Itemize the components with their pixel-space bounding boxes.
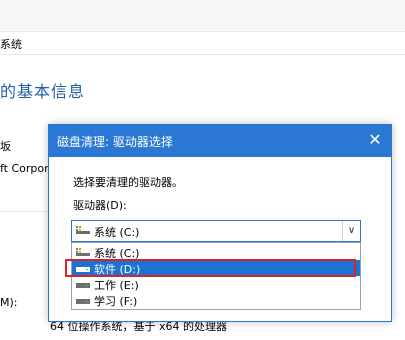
drive-option-e[interactable]: 工作 (E:) [72,276,360,292]
drive-option-d[interactable]: 软件 (D:) [72,260,360,276]
drive-select-value: 系统 (C:) [94,226,140,239]
drive-icon [76,264,90,272]
drive-select-label: 驱动器(D): [73,199,127,212]
windows-drive-icon [76,248,90,256]
drive-option-label: 软件 (D:) [94,263,141,276]
disk-cleanup-dialog: 磁盘清理: 驱动器选择 ✕ 选择要清理的驱动器。 驱动器(D): 系统 (C:)… [48,124,392,322]
drive-option-f[interactable]: 学习 (F:) [72,292,360,308]
drive-icon [76,296,90,304]
breadcrumb: 系统 [0,31,405,55]
drive-option-c[interactable]: 系统 (C:) [72,244,360,260]
dialog-prompt: 选择要清理的驱动器。 [73,176,183,189]
dialog-title: 磁盘清理: 驱动器选择 [57,135,173,149]
chevron-down-icon[interactable]: ∨ [342,221,360,241]
copyright-fragment: ft Corpor [0,162,49,175]
drive-option-label: 学习 (F:) [94,295,138,308]
breadcrumb-text[interactable]: 系统 [0,36,22,52]
close-icon[interactable]: ✕ [359,125,391,157]
drive-icon [76,280,90,288]
background-top-bar [0,0,405,30]
section-divider [0,211,50,212]
drive-dropdown-list: 系统 (C:) 软件 (D:) 工作 (E:) 学习 (F:) [71,242,361,310]
memory-label-fragment: M): [0,296,18,309]
windows-edition-fragment: 坂 [0,140,11,153]
drive-option-label: 系统 (C:) [94,247,140,260]
drive-select[interactable]: 系统 (C:) ∨ [71,220,361,242]
windows-drive-icon [76,226,90,234]
drive-option-label: 工作 (E:) [94,279,139,292]
page-heading: 的基本信息 [0,82,86,101]
dialog-title-bar[interactable]: 磁盘清理: 驱动器选择 ✕ [49,125,391,157]
